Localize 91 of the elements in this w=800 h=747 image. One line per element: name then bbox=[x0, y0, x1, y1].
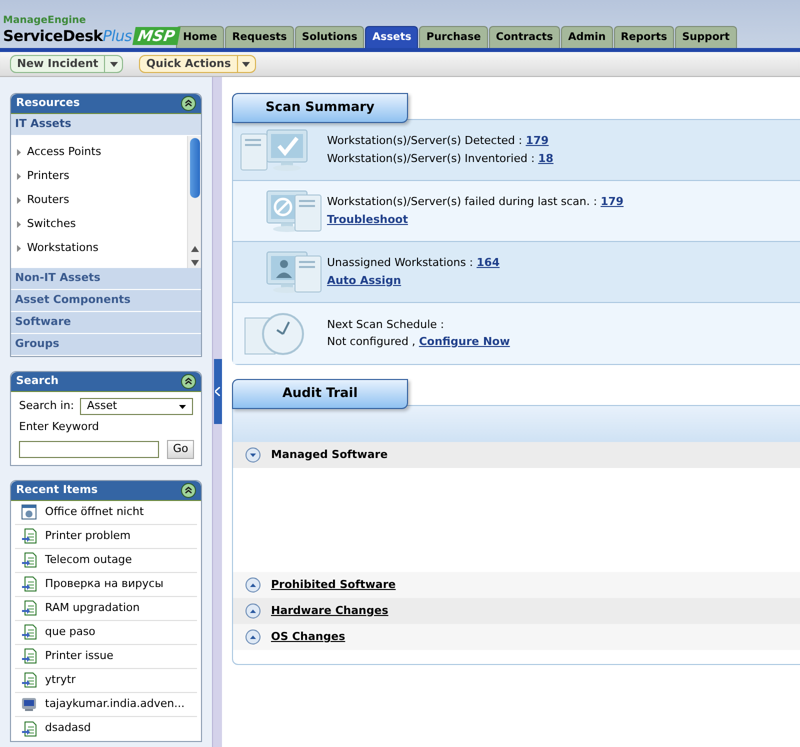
scroll-thumb[interactable] bbox=[190, 138, 200, 198]
scan-link[interactable]: 179 bbox=[526, 134, 549, 147]
scroll-down-icon[interactable] bbox=[190, 260, 198, 266]
recent-item[interactable]: dsadasd bbox=[15, 716, 197, 740]
resource-section[interactable]: Asset Components bbox=[11, 290, 201, 312]
tree-item[interactable]: Access Points bbox=[11, 140, 187, 164]
recent-item[interactable]: Printer issue bbox=[15, 644, 197, 668]
scrollbar[interactable] bbox=[187, 136, 201, 268]
document-arrow-icon bbox=[21, 672, 37, 688]
document-arrow-icon bbox=[21, 720, 37, 736]
recent-item[interactable]: Office öffnet nicht bbox=[15, 500, 197, 524]
logo-product: ServiceDeskPlus bbox=[3, 27, 132, 45]
scan-link[interactable]: Configure Now bbox=[418, 335, 510, 348]
scan-line: Not configured , Configure Now bbox=[327, 334, 510, 350]
audit-section-link[interactable]: Prohibited Software bbox=[271, 576, 396, 594]
scan-line: Next Scan Schedule : bbox=[327, 316, 446, 332]
collapse-icon[interactable] bbox=[181, 374, 196, 389]
resource-section[interactable]: Software bbox=[11, 312, 201, 334]
recent-item[interactable]: RAM upgradation bbox=[15, 596, 197, 620]
scan-link[interactable]: 179 bbox=[600, 195, 624, 208]
calendar-icon bbox=[21, 504, 37, 520]
panel-title: Recent Items bbox=[16, 482, 98, 498]
recent-item[interactable]: ytrytr bbox=[15, 668, 197, 692]
nav-tab[interactable]: Admin bbox=[561, 26, 613, 48]
document-arrow-icon bbox=[21, 648, 37, 664]
logo-edition: MSP bbox=[132, 27, 180, 45]
nav-tab[interactable]: Requests bbox=[225, 26, 294, 48]
splitter[interactable] bbox=[212, 77, 222, 747]
tree-item[interactable]: Switches bbox=[11, 212, 187, 236]
panel-title: Search bbox=[16, 373, 59, 390]
tree-item[interactable]: Routers bbox=[11, 188, 187, 212]
scan-line: Workstation(s)/Server(s) Inventoried : 18 bbox=[327, 150, 554, 166]
nav-tab[interactable]: Purchase bbox=[419, 26, 488, 48]
recent-item[interactable]: Telecom outage bbox=[15, 548, 197, 572]
scan-link[interactable]: 164 bbox=[476, 256, 500, 269]
recent-item[interactable]: Printer problem bbox=[15, 524, 197, 548]
nav-tab[interactable]: Support bbox=[675, 26, 737, 48]
scroll-up-icon[interactable] bbox=[190, 246, 198, 252]
audit-section-link[interactable]: Hardware Changes bbox=[271, 602, 388, 620]
go-button[interactable]: Go bbox=[167, 440, 194, 458]
document-arrow-icon bbox=[21, 576, 37, 592]
section-title: Scan Summary bbox=[266, 99, 374, 118]
logo-company: ManageEngine bbox=[3, 15, 87, 27]
scan-link[interactable]: 18 bbox=[538, 152, 554, 164]
search-in-select[interactable]: Asset bbox=[80, 398, 193, 415]
expand-triangle-icon bbox=[17, 196, 21, 204]
dropdown-button[interactable] bbox=[105, 55, 124, 73]
keyword-input[interactable] bbox=[19, 440, 159, 458]
section-title: Audit Trail bbox=[282, 385, 358, 404]
resource-section[interactable]: Non-IT Assets bbox=[11, 268, 201, 290]
expand-triangle-icon bbox=[17, 220, 21, 228]
nav-tab[interactable]: Assets bbox=[365, 26, 418, 48]
scan-link[interactable]: Auto Assign bbox=[327, 272, 402, 289]
document-arrow-icon bbox=[21, 552, 37, 568]
panel-title: Resources bbox=[16, 95, 80, 112]
collapse-icon[interactable] bbox=[181, 482, 196, 498]
nav-tab[interactable]: Reports bbox=[614, 26, 674, 48]
search-in-label: Search in: bbox=[19, 398, 74, 414]
audit-section-title: Managed Software bbox=[271, 446, 388, 463]
expand-triangle-icon bbox=[17, 244, 21, 252]
nav-tab[interactable]: Home bbox=[176, 26, 224, 48]
tree-item[interactable]: Printers bbox=[11, 164, 187, 188]
expand-triangle-icon bbox=[17, 148, 21, 156]
collapse-left-icon bbox=[215, 387, 220, 396]
audit-section-link[interactable]: OS Changes bbox=[271, 628, 346, 646]
resource-section[interactable]: Groups bbox=[11, 334, 201, 356]
resource-section[interactable]: IT Assets bbox=[11, 114, 201, 136]
recent-item[interactable]: Проверка на вирусы bbox=[15, 572, 197, 596]
expand-triangle-icon bbox=[17, 172, 21, 180]
scan-line: Workstation(s)/Server(s) failed during last scan. : 179 bbox=[327, 194, 624, 210]
nav-tab[interactable]: Contracts bbox=[488, 26, 560, 48]
scan-line: Workstation(s)/Server(s) Detected : 179 bbox=[327, 133, 550, 149]
caret-icon bbox=[242, 62, 250, 66]
nav-tab[interactable]: Solutions bbox=[294, 26, 364, 48]
splitter-handle[interactable] bbox=[214, 359, 222, 424]
toolbar-button[interactable]: Quick Actions bbox=[139, 55, 238, 73]
caret-icon bbox=[110, 62, 118, 66]
keyword-label: Enter Keyword bbox=[19, 419, 100, 435]
tree-item[interactable]: Workstations bbox=[11, 236, 187, 260]
caret-icon bbox=[179, 404, 186, 408]
scan-line: Unassigned Workstations : 164 bbox=[327, 255, 500, 271]
toolbar-button[interactable]: New Incident bbox=[10, 55, 106, 73]
document-arrow-icon bbox=[21, 528, 37, 544]
document-arrow-icon bbox=[21, 600, 37, 616]
collapse-icon[interactable] bbox=[181, 96, 196, 111]
monitor-icon bbox=[21, 696, 37, 712]
recent-item[interactable]: que paso bbox=[15, 620, 197, 644]
dropdown-button[interactable] bbox=[238, 55, 256, 73]
document-arrow-icon bbox=[21, 624, 37, 640]
recent-item[interactable]: tajaykumar.india.adven... bbox=[15, 692, 197, 716]
scan-link[interactable]: Troubleshoot bbox=[327, 212, 408, 228]
